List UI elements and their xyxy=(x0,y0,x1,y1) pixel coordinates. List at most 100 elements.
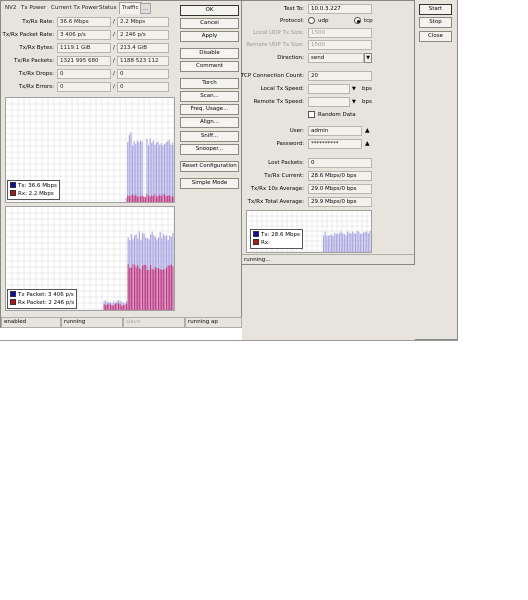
rx-bar xyxy=(164,194,166,202)
disable-button[interactable]: Disable xyxy=(180,48,239,59)
rx-bar xyxy=(168,195,170,202)
user-field[interactable]: admin xyxy=(308,126,362,136)
legend-tx: Tx: 36.6 Mbps xyxy=(10,182,57,190)
rx-bar xyxy=(114,303,116,310)
tx-bar xyxy=(151,142,153,202)
legend-tx-label: Tx: 36.6 Mbps xyxy=(18,183,57,189)
test-to-label: Test To: xyxy=(283,6,304,12)
divider xyxy=(0,340,458,341)
separator: / xyxy=(113,45,115,51)
rx-bar xyxy=(166,267,168,310)
tx-bar xyxy=(361,233,363,252)
tcp-connection-count-field[interactable]: 20 xyxy=(308,71,372,81)
tx-bar xyxy=(334,232,336,252)
tx-bar xyxy=(345,235,347,252)
triangle-up-icon[interactable]: ▲ xyxy=(365,139,370,149)
rx-bar xyxy=(173,195,174,202)
sniff-button[interactable]: Sniff... xyxy=(180,131,239,142)
rx-bar xyxy=(167,195,169,202)
tx-bar xyxy=(141,141,143,202)
tx-bar xyxy=(347,231,349,252)
comment-button[interactable]: Comment xyxy=(180,61,239,72)
snooper-button[interactable]: Snooper... xyxy=(180,144,239,155)
legend-rx: Rx: xyxy=(253,239,300,247)
close-button[interactable]: Close xyxy=(419,31,452,42)
rx-bar xyxy=(135,194,137,202)
remote-udp-size-field: 1500 xyxy=(308,40,372,50)
tx-bar xyxy=(140,140,142,202)
packets-label: Tx/Rx Packets: xyxy=(13,58,54,64)
status-running-ap: running ap xyxy=(185,317,242,328)
dropdown-arrow-icon[interactable]: ▼ xyxy=(352,84,356,94)
tx-bar xyxy=(136,140,138,202)
rx-bar xyxy=(130,195,132,202)
chevron-down-icon[interactable]: ▼ xyxy=(364,53,372,63)
tcp-radio[interactable] xyxy=(354,17,361,24)
tx-rate-field: 36.6 Mbps xyxy=(57,17,111,27)
cancel-button[interactable]: Cancel xyxy=(180,18,239,29)
rx-bar xyxy=(124,304,126,310)
rx-bar xyxy=(153,269,155,310)
reset-configuration-button[interactable]: Reset Configuration xyxy=(180,161,239,172)
rx-bar xyxy=(108,303,110,310)
start-button[interactable]: Start xyxy=(419,4,452,15)
tx-bar xyxy=(343,233,345,252)
tx-bar xyxy=(332,235,334,252)
tab-more[interactable]: ... xyxy=(140,3,152,14)
rx-bar xyxy=(162,269,164,310)
tcp-connection-count-label: TCP Connection Count: xyxy=(241,73,304,79)
tab-traffic[interactable]: Traffic xyxy=(119,2,142,14)
bandwidth-bars xyxy=(323,231,371,252)
tx-bar xyxy=(135,143,137,202)
rx-bar xyxy=(137,265,139,310)
torch-button[interactable]: Torch xyxy=(180,78,239,89)
tx-rx-rate-label: Tx/Rx Rate: xyxy=(22,19,54,25)
rx-drops-field: 0 xyxy=(117,69,169,79)
bandwidth-test-chart: Tx: 28.6 Mbps Rx: xyxy=(246,210,372,253)
rx-bar xyxy=(149,196,151,202)
remote-udp-size-label: Remote UDP Tx Size: xyxy=(246,42,304,48)
packet-legend: Tx Packet: 3 406 p/s Rx Packet: 2 246 p/… xyxy=(7,289,78,309)
udp-radio[interactable] xyxy=(308,17,315,24)
random-data-checkbox[interactable] xyxy=(308,111,315,118)
scan-button[interactable]: Scan... xyxy=(180,91,239,102)
tx-bar xyxy=(170,144,172,202)
align-button[interactable]: Align... xyxy=(180,117,239,128)
test-to-field[interactable]: 10.0.3.227 xyxy=(308,4,372,14)
legend-tx-packet-label: Tx Packet: 3 406 p/s xyxy=(18,292,74,298)
dropdown-arrow-icon[interactable]: ▼ xyxy=(352,97,356,107)
rx-bar xyxy=(116,303,118,310)
remote-tx-speed-field[interactable] xyxy=(308,97,350,107)
direction-select[interactable]: send xyxy=(308,53,364,63)
rx-bar xyxy=(146,194,148,202)
freq-usage-button[interactable]: Freq. Usage... xyxy=(180,104,239,115)
tab-nv2[interactable]: NV2 xyxy=(3,3,18,14)
local-udp-size-field: 1500 xyxy=(308,28,372,38)
tab-tx-power[interactable]: Tx Power xyxy=(19,3,48,14)
rx-swatch xyxy=(253,239,259,245)
tab-status[interactable]: Status xyxy=(97,3,119,14)
rx-bar xyxy=(151,195,153,202)
rx-packet-rate-field: 2 246 p/s xyxy=(117,30,169,40)
tx-bar xyxy=(130,132,132,202)
tx-rx-current-field: 28.6 Mbps/0 bps xyxy=(308,171,372,181)
password-field[interactable]: ********** xyxy=(308,139,362,149)
tx-bar xyxy=(327,235,329,252)
tx-rx-total-average-field: 29.9 Mbps/0 bps xyxy=(308,197,372,207)
simple-mode-button[interactable]: Simple Mode xyxy=(180,178,239,189)
tx-packet-rate-field: 3 406 p/s xyxy=(57,30,111,40)
tx-bar xyxy=(369,231,371,252)
stop-button[interactable]: Stop xyxy=(419,17,452,28)
tx-bar xyxy=(340,231,342,252)
local-tx-speed-field[interactable] xyxy=(308,84,350,94)
tab-current-tx-power[interactable]: Current Tx Power xyxy=(49,3,100,14)
triangle-up-icon[interactable]: ▲ xyxy=(365,126,370,136)
tx-errors-field: 0 xyxy=(57,82,111,92)
tx-bar xyxy=(149,138,151,202)
password-label: Password: xyxy=(276,141,304,147)
rx-bar xyxy=(142,265,144,310)
ok-button[interactable]: OK xyxy=(180,5,239,16)
apply-button[interactable]: Apply xyxy=(180,31,239,42)
rx-bar xyxy=(160,195,162,202)
tx-drops-field: 0 xyxy=(57,69,111,79)
